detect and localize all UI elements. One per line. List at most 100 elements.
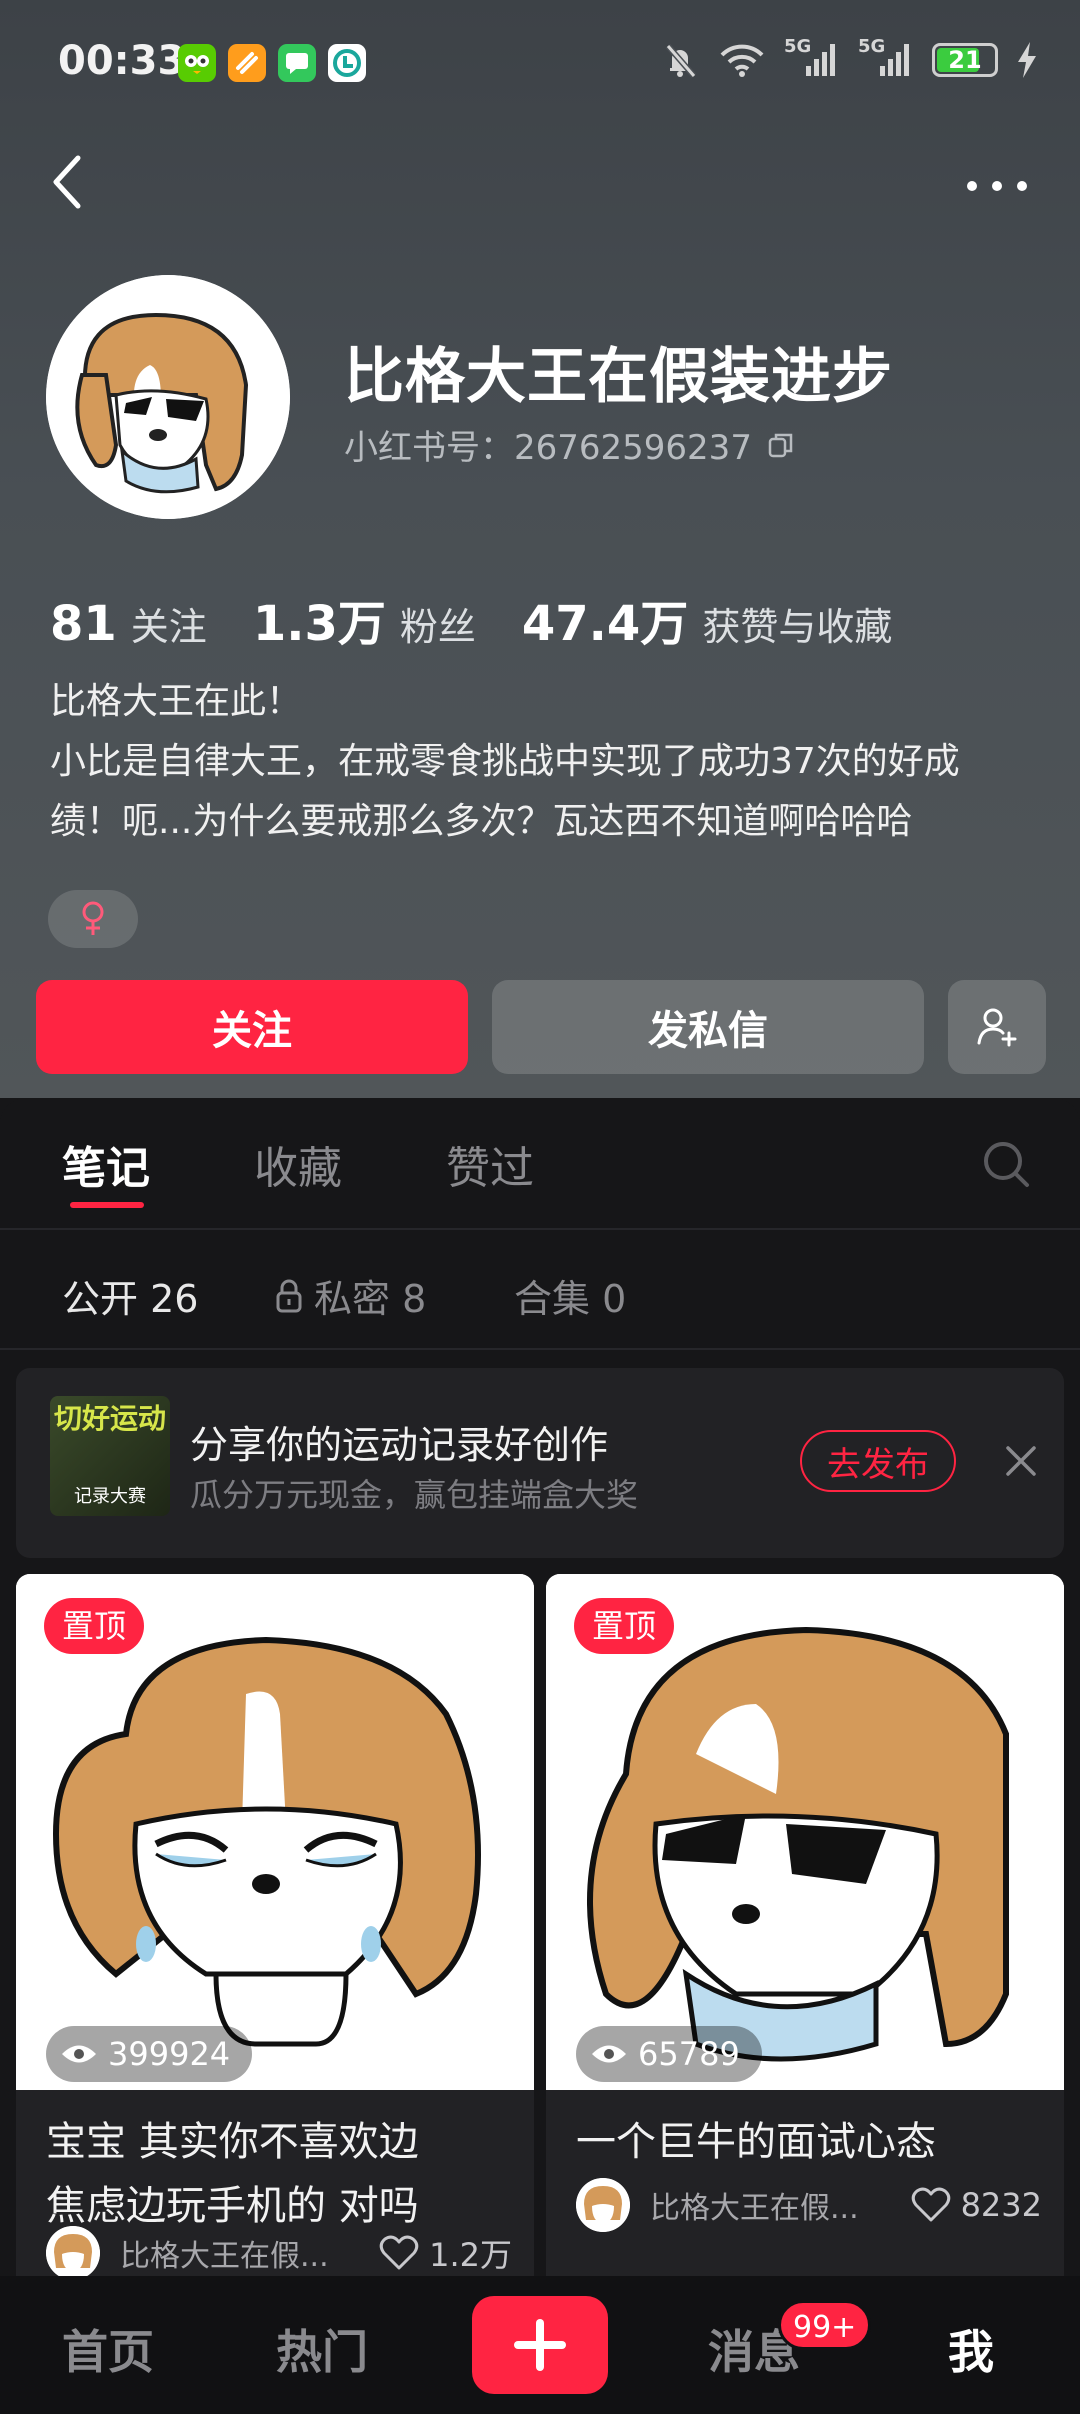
eye-icon <box>592 2045 626 2063</box>
note-card[interactable]: 置顶 65789 一个巨牛的面试心态 比格大王在假... 8232 <box>546 1574 1064 2294</box>
promo-publish-button[interactable]: 去发布 <box>800 1430 956 1492</box>
view-count-value: 399924 <box>108 2035 231 2073</box>
gender-badge <box>48 890 138 948</box>
tab-notes[interactable]: 笔记 <box>62 1132 150 1196</box>
stat-label: 粉丝 <box>399 605 476 649</box>
nav-home[interactable]: 首页 <box>62 2316 154 2382</box>
profile-stats: 81 关注 1.3万 粉丝 47.4万 获赞与收藏 <box>50 584 938 654</box>
search-icon <box>984 1142 1029 1187</box>
status-indicators: 5G 5G 21 <box>660 36 1038 80</box>
more-options-button[interactable] <box>962 168 1032 204</box>
profile-name: 比格大王在假装进步 <box>344 342 893 412</box>
like-count: 1.2万 <box>429 2236 512 2274</box>
like-button[interactable]: 8232 <box>911 2186 1042 2224</box>
heart-icon <box>379 2235 419 2270</box>
stat-likes-and-saves[interactable]: 47.4万 获赞与收藏 <box>522 584 892 654</box>
profile-bio: 比格大王在此！ 小比是自律大王，在戒零食挑战中实现了成功37次的好成 绩！呃..… <box>50 672 1050 852</box>
filter-label: 合集 0 <box>514 1277 627 1321</box>
beagle-mini-avatar <box>46 2226 100 2280</box>
back-button[interactable] <box>44 150 92 214</box>
wifi-icon <box>720 44 764 77</box>
promo-subtitle: 瓜分万元现金，赢包挂端盒大奖 <box>190 1476 639 1514</box>
search-button[interactable] <box>980 1138 1032 1190</box>
messages-app-icon <box>278 44 316 82</box>
plus-icon <box>514 2319 566 2371</box>
lock-icon <box>276 1279 302 1312</box>
author-avatar[interactable] <box>46 2226 100 2280</box>
nav-hot[interactable]: 热门 <box>276 2316 368 2382</box>
filter-label: 公开 26 <box>62 1277 199 1321</box>
signal-1: 5G <box>784 36 840 80</box>
send-message-button[interactable]: 发私信 <box>492 980 924 1074</box>
notes-section: 笔记 收藏 赞过 公开 26 私密 8 合集 0 切好运动 记录大赛 分享你的运… <box>0 1098 1080 2414</box>
note-title: 宝宝 其实你不喜欢边 焦虑边玩手机的 对吗 <box>46 2110 516 2238</box>
mute-bell-icon <box>665 44 697 78</box>
nav-me[interactable]: 我 <box>948 2316 994 2382</box>
profile-header: 00:33 5G 5G 21 比格大王在假装进步 小红书号：2676259623… <box>0 0 1080 1098</box>
add-friend-button[interactable] <box>948 980 1046 1074</box>
create-post-button[interactable] <box>472 2296 608 2394</box>
profile-id-value: 26762596237 <box>514 428 752 468</box>
promo-thumbnail: 切好运动 记录大赛 <box>50 1396 170 1516</box>
like-button[interactable]: 1.2万 <box>379 2230 512 2276</box>
visibility-filter: 公开 26 私密 8 合集 0 <box>0 1232 1080 1350</box>
heart-icon <box>911 2187 950 2222</box>
tab-saved[interactable]: 收藏 <box>254 1132 342 1196</box>
chevron-left-icon <box>53 155 81 209</box>
promo-thumb-title: 切好运动 <box>53 1402 166 1435</box>
status-time: 00:33 <box>58 38 186 84</box>
like-count: 8232 <box>960 2186 1042 2224</box>
tab-liked[interactable]: 赞过 <box>446 1132 534 1196</box>
messages-unread-badge: 99+ <box>778 2300 872 2350</box>
view-count: 399924 <box>46 2026 253 2082</box>
beagle-avatar-image <box>46 275 290 519</box>
filter-collections[interactable]: 合集 0 <box>514 1268 626 1323</box>
stat-followers[interactable]: 1.3万 粉丝 <box>253 584 476 654</box>
view-count: 65789 <box>576 2026 762 2082</box>
notification-icons <box>178 44 366 82</box>
profile-actions: 关注 发私信 <box>36 980 1046 1074</box>
promo-banner[interactable]: 切好运动 记录大赛 分享你的运动记录好创作 瓜分万元现金，赢包挂端盒大奖 去发布 <box>16 1368 1064 1558</box>
close-banner-button[interactable] <box>1002 1442 1040 1480</box>
add-user-icon <box>977 1008 1017 1047</box>
promo-title: 分享你的运动记录好创作 <box>190 1423 609 1467</box>
stat-following[interactable]: 81 关注 <box>50 596 207 652</box>
view-count-value: 65789 <box>638 2035 740 2073</box>
copy-icon[interactable] <box>766 430 796 460</box>
content-tabs: 笔记 收藏 赞过 <box>0 1098 1080 1230</box>
promo-thumb-subtitle: 记录大赛 <box>74 1486 146 1507</box>
note-footer: 比格大王在假... 1.2万 <box>46 2224 512 2282</box>
battery-icon: 21 <box>932 43 998 77</box>
follow-button[interactable]: 关注 <box>36 980 468 1074</box>
battery-level-text: 21 <box>948 46 982 74</box>
duolingo-app-icon <box>178 44 216 82</box>
pinned-badge: 置顶 <box>44 1598 144 1654</box>
note-title-line: 一个巨牛的面试心态 <box>576 2119 936 2165</box>
stat-number: 81 <box>50 596 117 652</box>
app-icon-teal <box>328 44 366 82</box>
bio-line: 比格大王在此！ <box>50 681 303 722</box>
filter-private[interactable]: 私密 8 <box>274 1268 426 1323</box>
note-title: 一个巨牛的面试心态 <box>576 2110 1046 2174</box>
cell-signal-icon <box>880 44 909 76</box>
stat-number: 47.4万 <box>521 596 689 652</box>
note-title-line: 宝宝 其实你不喜欢边 <box>46 2119 419 2165</box>
stat-number: 1.3万 <box>252 596 386 652</box>
eye-icon <box>62 2045 96 2063</box>
female-icon <box>82 901 104 935</box>
profile-avatar[interactable] <box>46 275 290 519</box>
profile-id-row: 小红书号：26762596237 <box>344 420 796 469</box>
note-author[interactable]: 比格大王在假... <box>650 2183 911 2227</box>
author-avatar[interactable] <box>576 2178 630 2232</box>
more-dots-icon <box>967 181 1027 191</box>
filter-label: 私密 8 <box>314 1277 427 1321</box>
note-author[interactable]: 比格大王在假... <box>120 2231 379 2275</box>
bio-line: 小比是自律大王，在戒零食挑战中实现了成功37次的好成 <box>50 741 960 782</box>
stat-label: 获赞与收藏 <box>702 605 893 649</box>
filter-public[interactable]: 公开 26 <box>62 1268 198 1323</box>
bio-line: 绩！呃...为什么要戒那么多次？瓦达西不知道啊哈哈哈 <box>50 801 913 842</box>
note-card[interactable]: 置顶 399924 宝宝 其实你不喜欢边 焦虑边玩手机的 对吗 比格大王在假..… <box>16 1574 534 2294</box>
app-icon-orange <box>228 44 266 82</box>
active-tab-indicator <box>70 1202 144 1208</box>
beagle-mini-avatar <box>576 2178 630 2232</box>
